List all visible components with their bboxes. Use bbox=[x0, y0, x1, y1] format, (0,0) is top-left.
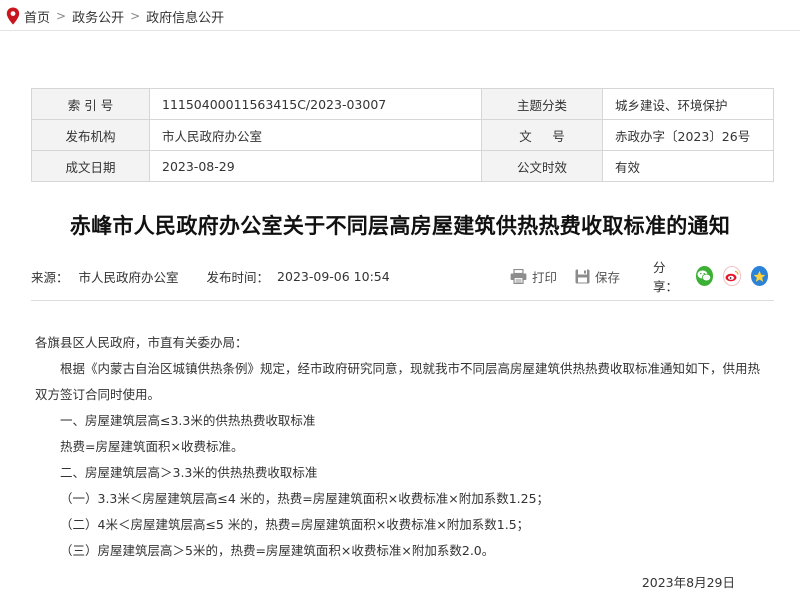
paragraph-salutation: 各旗县区人民政府，市直有关委办局： bbox=[35, 335, 248, 350]
publish-time-value: 2023-09-06 10:54 bbox=[277, 268, 390, 284]
share-bar: 分享： bbox=[653, 260, 778, 294]
meta-value: 11150400011563415C/2023-03007 bbox=[149, 88, 482, 120]
page-title: 赤峰市人民政府办公室关于不同层高房屋建筑供热热费收取标准的通知 bbox=[69, 214, 731, 238]
meta-value: 城乡建设、环境保护 bbox=[602, 88, 774, 120]
paragraph: 一、房屋建筑层高≤3.3米的供热热费收取标准 bbox=[60, 413, 316, 428]
meta-row: 索 引 号 11150400011563415C/2023-03007 主题分类… bbox=[31, 88, 774, 120]
meta-value: 有效 bbox=[602, 150, 774, 182]
meta-row: 成文日期 2023-08-29 公文时效 有效 bbox=[31, 150, 774, 182]
meta-label: 主题分类 bbox=[481, 88, 603, 120]
save-label: 保存 bbox=[595, 269, 621, 285]
meta-label: 发布机构 bbox=[31, 119, 150, 151]
breadcrumb-separator: > bbox=[56, 9, 67, 23]
meta-label: 文 号 bbox=[481, 119, 603, 151]
paragraph: （三）房屋建筑层高＞5米的，热费=房屋建筑面积×收费标准×附加系数2.0。 bbox=[60, 543, 495, 558]
breadcrumb-gov-info[interactable]: 政府信息公开 bbox=[146, 7, 224, 26]
article-actions: 打印 保存 bbox=[510, 266, 638, 286]
paragraph: 根据《内蒙古自治区城镇供热条例》规定，经市政府研究同意，现就我市不同层高房屋建筑… bbox=[35, 361, 761, 402]
meta-label: 公文时效 bbox=[481, 150, 603, 182]
article-info-bar: 来源： 市人民政府办公室 发布时间： 2023-09-06 10:54 打印 保… bbox=[31, 260, 774, 294]
weibo-icon[interactable] bbox=[722, 266, 741, 286]
meta-value: 2023-08-29 bbox=[149, 150, 482, 182]
meta-row: 发布机构 市人民政府办公室 文 号 赤政办字〔2023〕26号 bbox=[31, 119, 774, 151]
info-divider bbox=[31, 300, 774, 301]
meta-value: 赤政办字〔2023〕26号 bbox=[602, 119, 774, 151]
paragraph: （一）3.3米＜房屋建筑层高≤4 米的，热费=房屋建筑面积×收费标准×附加系数1… bbox=[60, 491, 550, 506]
meta-label: 索 引 号 bbox=[31, 88, 150, 120]
meta-label: 成文日期 bbox=[31, 150, 150, 182]
meta-value: 市人民政府办公室 bbox=[149, 119, 482, 151]
article-body: 各旗县区人民政府，市直有关委办局： 根据《内蒙古自治区城镇供热条例》规定，经市政… bbox=[35, 330, 765, 596]
breadcrumb-gov-affairs[interactable]: 政务公开 bbox=[72, 7, 124, 26]
breadcrumb: 首页 > 政务公开 > 政府信息公开 bbox=[6, 5, 224, 27]
source-value: 市人民政府办公室 bbox=[78, 269, 179, 285]
breadcrumb-home[interactable]: 首页 bbox=[24, 7, 50, 26]
breadcrumb-separator: > bbox=[130, 9, 141, 23]
print-label: 打印 bbox=[532, 269, 558, 285]
paragraph: 热费=房屋建筑面积×收费标准。 bbox=[60, 439, 244, 454]
source-label: 来源： bbox=[31, 269, 69, 285]
location-pin-icon bbox=[6, 7, 20, 25]
printer-icon bbox=[510, 268, 527, 284]
document-meta-table: 索 引 号 11150400011563415C/2023-03007 主题分类… bbox=[31, 88, 774, 182]
wechat-icon[interactable] bbox=[695, 266, 713, 286]
document-date: 2023年8月29日 bbox=[641, 575, 735, 590]
print-button[interactable]: 打印 bbox=[510, 267, 557, 286]
share-label: 分享： bbox=[653, 260, 679, 294]
publish-time-label: 发布时间： bbox=[206, 269, 270, 285]
header-divider bbox=[0, 30, 800, 31]
paragraph: （二）4米＜房屋建筑层高≤5 米的，热费=房屋建筑面积×收费标准×附加系数1.5… bbox=[60, 517, 530, 532]
paragraph: 二、房屋建筑层高＞3.3米的供热热费收取标准 bbox=[60, 465, 318, 480]
save-button[interactable]: 保存 bbox=[575, 267, 620, 286]
qzone-icon[interactable] bbox=[750, 266, 768, 286]
save-icon bbox=[575, 269, 590, 283]
